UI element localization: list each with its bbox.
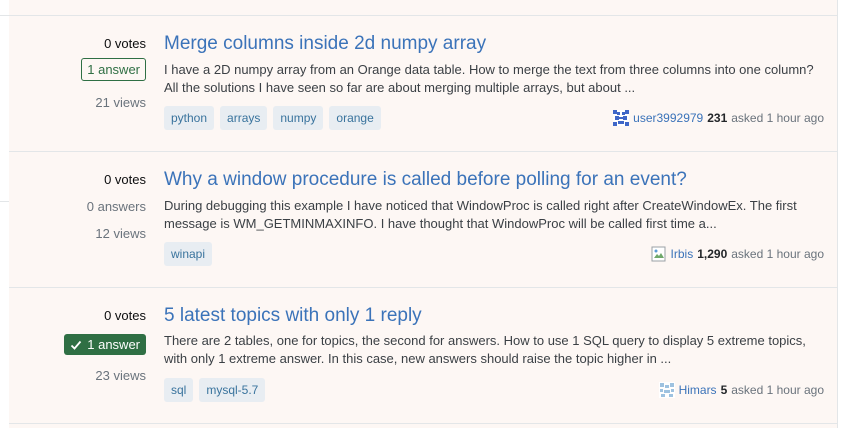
user-avatar-icon[interactable] (613, 110, 630, 126)
user-card: user3992979 231 asked 1 hour ago (613, 110, 824, 126)
asked-time: asked 1 hour ago (731, 111, 824, 125)
user-card: Irbis 1,290 asked 1 hour ago (651, 246, 824, 262)
view-count: 12 views (95, 226, 146, 241)
tag-arrays[interactable]: arrays (220, 106, 268, 130)
tag-python[interactable]: python (164, 106, 215, 130)
tag-numpy[interactable]: numpy (273, 106, 324, 130)
question-excerpt: During debugging this example I have not… (164, 198, 797, 231)
view-count: 21 views (95, 95, 146, 110)
accepted-answer-badge[interactable]: 1 answer (64, 334, 146, 355)
user-reputation: 5 (720, 383, 728, 397)
user-name-link[interactable]: user3992979 (633, 111, 703, 125)
user-avatar-icon[interactable] (658, 382, 675, 398)
tag-list: sql mysql-5.7 (164, 378, 266, 402)
question-list: 0 votes 1 answer 21 views Merge columns … (9, 0, 838, 428)
user-name-link[interactable]: Himars (679, 383, 717, 397)
user-reputation: 1,290 (697, 247, 728, 261)
vote-count: 0 votes (104, 36, 146, 51)
question-excerpt: I have a 2D numpy array from an Orange d… (164, 62, 814, 95)
vote-count: 0 votes (104, 308, 146, 323)
answer-count-badge[interactable]: 1 answer (81, 58, 146, 81)
view-count: 23 views (95, 368, 146, 383)
right-gutter (838, 0, 851, 428)
tag-mysql[interactable]: mysql-5.7 (199, 378, 266, 402)
user-card: Himars 5 asked 1 hour ago (658, 382, 824, 398)
broken-image-icon[interactable] (651, 246, 667, 262)
question-title-link[interactable]: Merge columns inside 2d numpy array (164, 33, 486, 55)
asked-time: asked 1 hour ago (731, 247, 824, 261)
answer-count: 1 answer (87, 337, 140, 352)
question-summary: 0 votes 0 answers 12 views Why a window … (9, 152, 837, 288)
answer-count: 0 answers (86, 199, 146, 214)
asked-time: asked 1 hour ago (731, 383, 824, 397)
vote-count: 0 votes (104, 172, 146, 187)
question-title-link[interactable]: Why a window procedure is called before … (164, 169, 687, 191)
check-icon (71, 340, 82, 350)
tag-list: winapi (164, 242, 213, 266)
tag-list: python arrays numpy orange (164, 106, 381, 130)
tag-winapi[interactable]: winapi (164, 242, 213, 266)
question-summary: 0 votes 1 answer 23 views 5 latest topic… (9, 288, 837, 424)
row-divider (9, 423, 837, 424)
question-excerpt: There are 2 tables, one for topics, the … (164, 333, 806, 366)
user-reputation: 231 (707, 111, 728, 125)
answer-count: 1 answer (81, 58, 146, 81)
question-title-link[interactable]: 5 latest topics with only 1 reply (164, 305, 422, 327)
tag-orange[interactable]: orange (329, 106, 381, 130)
question-summary: 0 votes 1 answer 21 views Merge columns … (9, 16, 837, 152)
user-name-link[interactable]: Irbis (671, 247, 694, 261)
tag-sql[interactable]: sql (164, 378, 194, 402)
